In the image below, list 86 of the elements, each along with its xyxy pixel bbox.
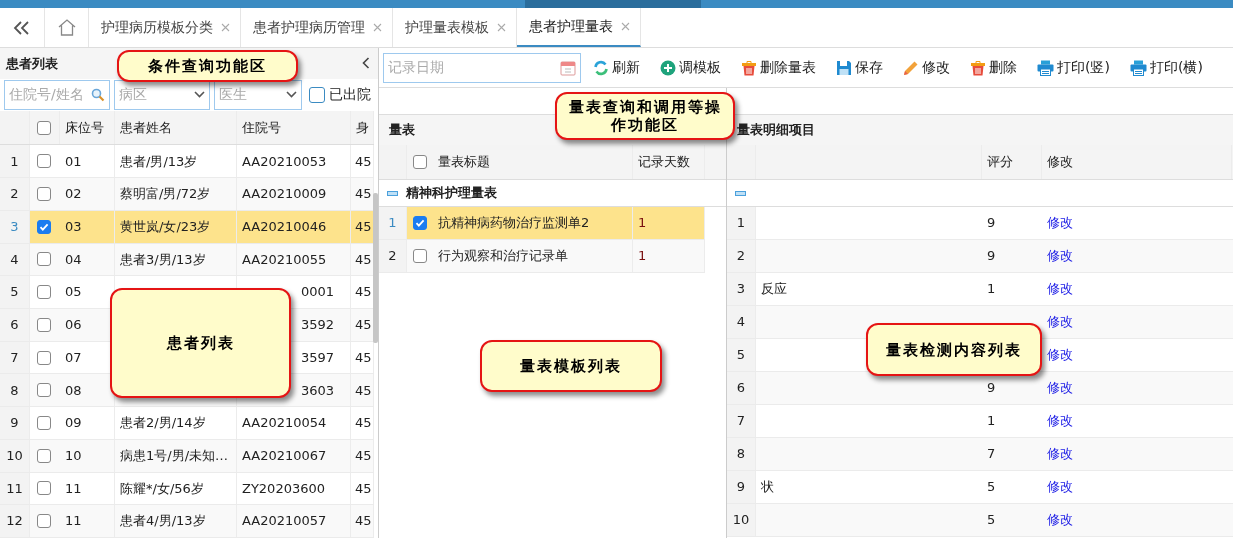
row-number: 1 [379, 207, 407, 239]
table-cell: 45 [351, 505, 374, 538]
callout-tooltip: 量表查询和调用等操作功能区 [555, 92, 735, 140]
table-cell: 02 [60, 178, 115, 210]
table-cell: 45 [351, 407, 374, 439]
table-cell-text: 9 [986, 379, 997, 398]
table-cell: 11 [60, 505, 115, 538]
row-number: 9 [0, 407, 30, 439]
table-cell-text: 1 [986, 412, 997, 431]
table-cell: 患者4/男/13岁 [115, 505, 237, 538]
row-number: 10 [0, 439, 30, 472]
table-cell: 09 [60, 407, 115, 439]
table-cell: 10 [60, 439, 115, 472]
column-header: 床位号 [60, 110, 115, 145]
callout-tooltip: 条件查询功能区 [117, 50, 298, 82]
column-header: 记录天数 [633, 145, 705, 179]
table-cell-text: 5 [986, 478, 997, 497]
table-cell-text: 9 [986, 214, 997, 233]
row-number: 12 [0, 505, 30, 538]
table-cell: 病患1号/男/未知… [115, 439, 237, 472]
row-number: 7 [0, 341, 30, 374]
panel-title: 量表明细项目 [727, 114, 1233, 145]
row-number: 4 [0, 243, 30, 276]
table-cell-text: 5 [986, 511, 997, 530]
table-cell: 45 [351, 374, 374, 407]
row-number: 6 [727, 372, 756, 404]
panel-title: 患者列表 [6, 54, 58, 73]
callout-tooltip: 患者列表 [110, 288, 291, 398]
table-cell-text: 7 [986, 445, 997, 464]
table-cell: 行为观察和治疗记录单 [433, 240, 633, 272]
table-cell: 1 [633, 240, 705, 272]
column-header: 量表标题 [433, 145, 633, 179]
table-cell-text: 状 [760, 478, 775, 497]
table-cell: 04 [60, 243, 115, 276]
table-cell: 03 [60, 210, 115, 243]
table-cell: AA20210054 [237, 407, 351, 439]
table-cell: ZY20203600 [237, 472, 351, 505]
row-number: 9 [727, 471, 756, 503]
column-header: 患者姓名 [115, 110, 237, 145]
table-cell: 11 [60, 472, 115, 505]
row-number: 1 [727, 207, 756, 239]
row-number: 2 [379, 240, 407, 272]
table-cell: AA20210009 [237, 178, 351, 210]
table-cell: AA20210055 [237, 243, 351, 276]
table-cell: 黄世岚/女/23岁 [115, 210, 237, 243]
table-cell: 抗精神病药物治疗监测单2 [433, 207, 633, 239]
row-number: 4 [727, 306, 756, 338]
row-number: 8 [0, 374, 30, 407]
checkbox-label: 已出院 [328, 85, 371, 105]
table-cell: 1 [633, 207, 705, 239]
table-cell: 45 [351, 472, 374, 505]
row-number: 7 [727, 405, 756, 437]
column-header: 评分 [982, 145, 1042, 179]
table-cell: AA20210067 [237, 439, 351, 472]
callout-tooltip: 量表模板列表 [480, 340, 662, 392]
table-cell: 患者/男/13岁 [115, 145, 237, 178]
table-cell: AA20210046 [237, 210, 351, 243]
row-number: 2 [0, 178, 30, 210]
table-cell-text: 9 [986, 247, 997, 266]
table-cell-text: 1 [986, 280, 997, 299]
callout-tooltip: 量表检测内容列表 [866, 323, 1042, 376]
row-number: 1 [0, 145, 30, 178]
column-header: 身 [351, 110, 374, 145]
table-cell: 患者3/男/13岁 [115, 243, 237, 276]
row-number: 8 [727, 438, 756, 470]
row-number: 3 [727, 273, 756, 305]
row-number: 10 [727, 504, 756, 536]
table-cell: AA20210053 [237, 145, 351, 178]
table-cell: 45 [351, 439, 374, 472]
table-cell: AA20210057 [237, 505, 351, 538]
row-number: 11 [0, 472, 30, 505]
table-cell: 患者2/男/14岁 [115, 407, 237, 439]
table-cell: 45 [351, 145, 374, 178]
row-number: 2 [727, 240, 756, 272]
table-cell: 蔡明富/男/72岁 [115, 178, 237, 210]
table-cell: 01 [60, 145, 115, 178]
row-number: 5 [0, 276, 30, 308]
column-header: 修改 [1042, 145, 1232, 179]
row-number: 6 [0, 309, 30, 341]
table-cell: 45 [351, 341, 374, 374]
column-header: 住院号 [237, 110, 351, 145]
group-label: 精神科护理量表 [406, 184, 497, 203]
row-number: 5 [727, 339, 756, 371]
row-number: 3 [0, 210, 30, 243]
table-cell-text: 反应 [760, 280, 788, 299]
table-cell: 陈耀*/女/56岁 [115, 472, 237, 505]
